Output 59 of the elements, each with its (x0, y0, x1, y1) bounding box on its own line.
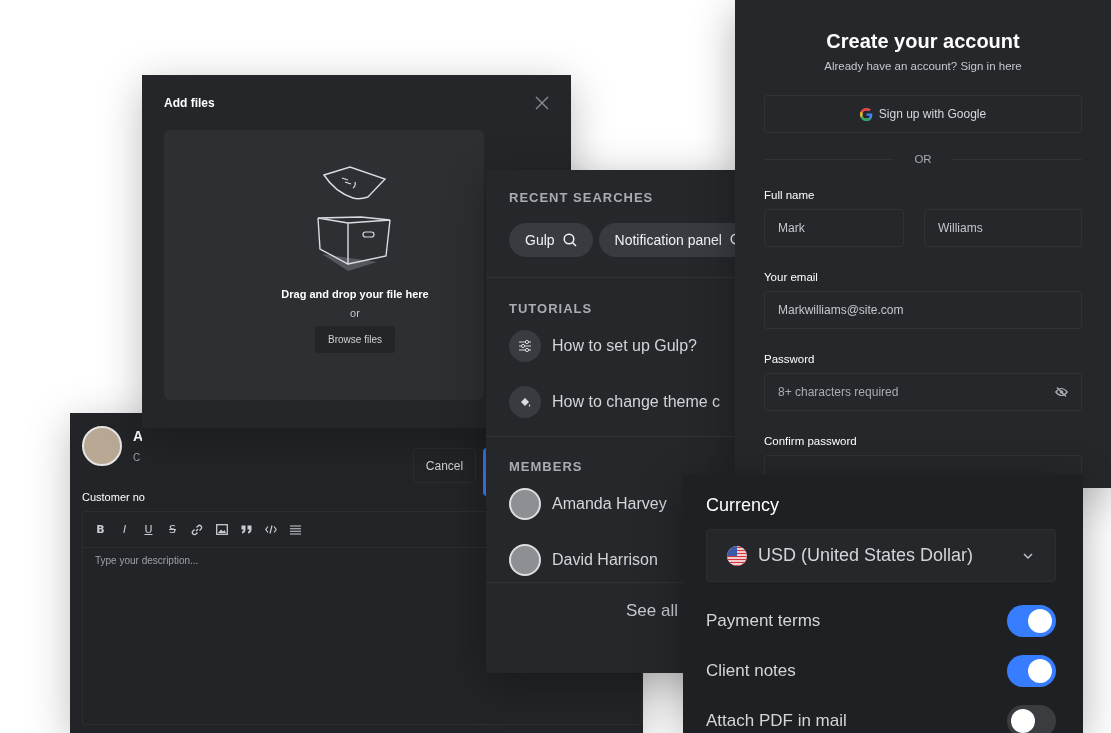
quote-icon[interactable] (241, 525, 252, 534)
google-icon (859, 107, 873, 121)
format-button[interactable]: B (95, 523, 106, 536)
field-label: Password (764, 353, 816, 365)
sign-in-link[interactable]: Already have an account? Sign in here (764, 60, 1082, 72)
google-sign-up-button[interactable]: Sign up with Google (764, 95, 1082, 133)
link-icon[interactable] (191, 523, 203, 536)
cancel-button[interactable]: Cancel (413, 448, 476, 483)
form-title: Create your account (825, 30, 1021, 53)
toggle-label: Attach PDF in mail (706, 711, 847, 731)
section-heading: RECENT SEARCHES (509, 190, 655, 205)
close-icon (535, 96, 549, 110)
toggle-label: Payment terms (706, 611, 821, 631)
dropzone[interactable]: Drag and drop your file here or Browse files (164, 130, 484, 400)
format-button[interactable]: S (167, 523, 178, 536)
tutorial-link[interactable]: How to change theme c (552, 393, 721, 411)
toggle-switch[interactable] (1007, 605, 1056, 637)
field-label: Customer no (82, 491, 145, 503)
browse-files-button[interactable]: Browse files (315, 326, 395, 353)
field-label: Full name (764, 189, 816, 201)
avatar-photo-placeholder (509, 488, 541, 520)
search-chip[interactable]: Gulp (509, 223, 593, 257)
or-text: or (350, 307, 360, 319)
tutorial-link[interactable]: How to set up Gulp? (552, 337, 697, 355)
close-button[interactable] (535, 96, 549, 110)
flag-icon (727, 545, 747, 566)
email-field[interactable]: Markwilliams@site.com (764, 291, 1082, 329)
avatar-photo-placeholder (82, 426, 122, 466)
member-name[interactable]: Amanda Harvey (552, 495, 667, 513)
eye-slash-icon[interactable] (1055, 387, 1068, 397)
divider-text: OR (914, 153, 932, 165)
section-heading: MEMBERS (509, 459, 584, 474)
toggle-switch[interactable] (1007, 655, 1056, 687)
box-icon (317, 216, 393, 274)
field-label: Confirm password (764, 435, 858, 447)
avatar-photo-placeholder (509, 544, 541, 576)
sliders-icon (518, 340, 532, 352)
field-label: Your email (764, 271, 819, 283)
toggle-label: Client notes (706, 661, 796, 681)
toggle-switch[interactable] (1007, 705, 1056, 733)
format-button[interactable]: U (143, 523, 154, 536)
code-icon[interactable] (265, 525, 277, 534)
list-icon[interactable] (290, 524, 301, 535)
chevron-down-icon (1023, 552, 1033, 559)
paper-icon (323, 166, 387, 200)
dialog-title: Add files (164, 96, 215, 110)
search-icon (562, 233, 577, 247)
last-name-field[interactable]: Williams (924, 209, 1082, 247)
password-field[interactable]: 8+ characters required (764, 373, 1082, 411)
first-name-field[interactable]: Mark (764, 209, 904, 247)
customer-name: A (133, 428, 144, 444)
image-icon[interactable] (216, 524, 228, 535)
section-heading: TUTORIALS (509, 301, 594, 316)
dropzone-text: Drag and drop your file here (281, 288, 429, 300)
customer-subtitle: C (133, 452, 141, 463)
editor-placeholder: Type your description... (95, 555, 199, 566)
currency-select[interactable]: USD (United States Dollar) (706, 529, 1056, 582)
format-button[interactable]: I (119, 523, 130, 536)
field-label: Currency (706, 495, 781, 516)
